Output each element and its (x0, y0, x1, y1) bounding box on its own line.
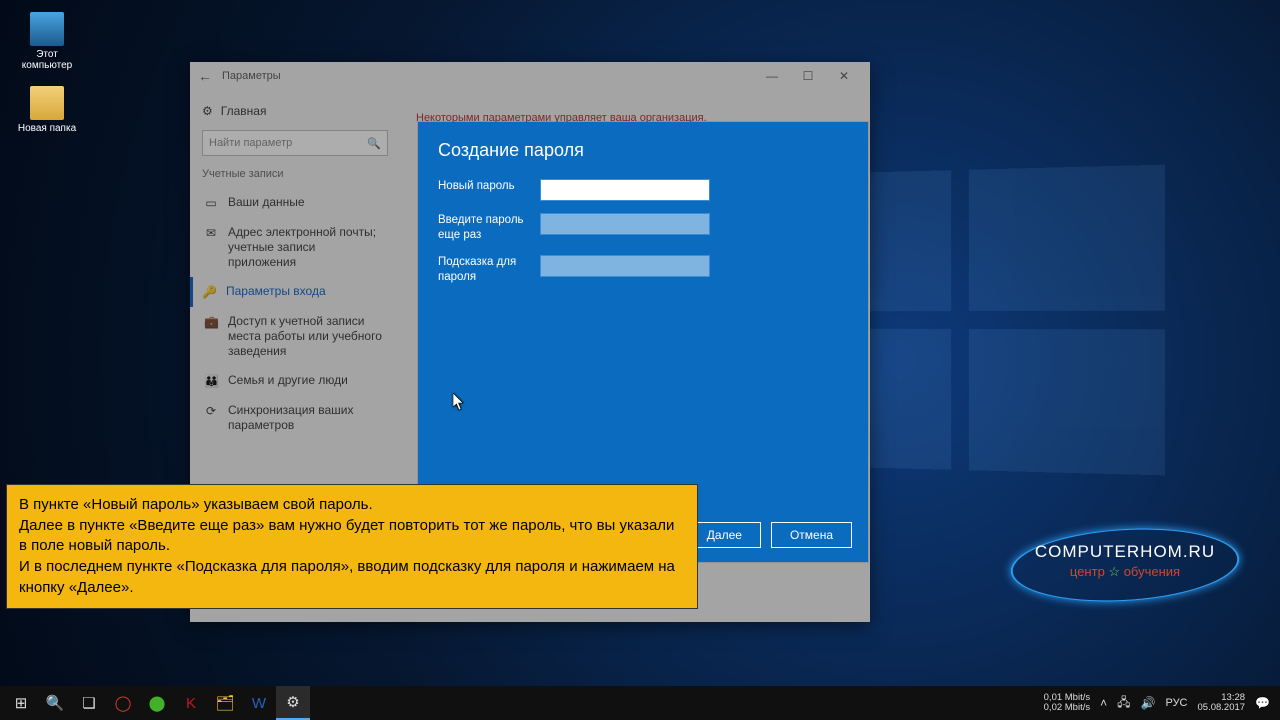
sidebar-item-sync[interactable]: ⟳ Синхронизация ваших параметров (202, 396, 388, 440)
password-hint-input[interactable] (540, 255, 710, 277)
titlebar: ← Параметры — ☐ ✕ (190, 62, 870, 90)
taskbar-app-word[interactable]: W (242, 686, 276, 720)
minimize-button[interactable]: — (754, 69, 790, 83)
sidebar-category: Учетные записи (202, 168, 388, 180)
desktop-icon-new-folder[interactable]: Новая папка (12, 86, 82, 134)
search-input[interactable]: Найти параметр 🔍 (202, 130, 388, 156)
pc-icon (30, 12, 64, 46)
folder-icon (30, 86, 64, 120)
network-speed: 0,01 Mbit/s0,02 Mbit/s (1044, 693, 1090, 714)
window-title: Параметры (222, 70, 281, 82)
star-icon: ☆ (1108, 564, 1120, 579)
taskbar-app-kaspersky[interactable]: K (174, 686, 208, 720)
tray-chevron-up-icon[interactable]: ˄ (1100, 696, 1107, 710)
watermark-line2: центр ☆ обучения (1010, 564, 1240, 580)
system-tray: 0,01 Mbit/s0,02 Mbit/s ˄ 🖧 🔊 РУС 13:2805… (1044, 693, 1276, 714)
taskbar: ⊞ 🔍 ❏ ◯ ⬤ K 🗂 W ⚙ 0,01 Mbit/s0,02 Mbit/s… (0, 686, 1280, 720)
caption-line: В пункте «Новый пароль» указываем свой п… (19, 495, 685, 516)
tutorial-caption: В пункте «Новый пароль» указываем свой п… (6, 484, 698, 609)
search-icon: 🔍 (367, 137, 381, 150)
settings-sidebar: ⚙ Главная Найти параметр 🔍 Учетные запис… (190, 90, 400, 448)
search-button[interactable]: 🔍 (38, 686, 72, 720)
briefcase-icon: 💼 (204, 315, 218, 330)
person-card-icon: ▭ (204, 196, 218, 211)
next-button[interactable]: Далее (688, 522, 761, 548)
tray-clock[interactable]: 13:2805.08.2017 (1198, 693, 1246, 714)
taskbar-app-settings[interactable]: ⚙ (276, 686, 310, 720)
mail-icon: ✉ (204, 226, 218, 241)
start-button[interactable]: ⊞ (4, 686, 38, 720)
sidebar-home[interactable]: ⚙ Главная (202, 98, 388, 124)
repeat-password-label: Введите пароль еще раз (438, 213, 528, 243)
sidebar-item-family[interactable]: 👪 Семья и другие люди (202, 366, 388, 396)
back-button[interactable]: ← (198, 68, 212, 84)
tray-language[interactable]: РУС (1165, 697, 1187, 709)
tray-volume-icon[interactable]: 🔊 (1141, 696, 1156, 710)
repeat-password-input[interactable] (540, 213, 710, 235)
watermark-logo: COMPUTERHOM.RU центр ☆ обучения (1010, 500, 1240, 630)
sidebar-item-label: Доступ к учетной записи места работы или… (228, 314, 386, 359)
desktop-icon-label: Этот компьютер (12, 49, 82, 71)
sidebar-item-label: Ваши данные (228, 195, 305, 210)
people-icon: 👪 (204, 374, 218, 389)
sidebar-home-label: Главная (221, 104, 267, 118)
desktop-icon-this-pc[interactable]: Этот компьютер (12, 12, 82, 71)
caption-line: И в последнем пункте «Подсказка для паро… (19, 557, 685, 598)
taskbar-app-utorrent[interactable]: ⬤ (140, 686, 174, 720)
caption-line: Далее в пункте «Введите еще раз» вам нуж… (19, 516, 685, 557)
sidebar-item-signin-options[interactable]: 🔑 Параметры входа (190, 277, 388, 307)
dialog-title: Создание пароля (418, 122, 868, 173)
maximize-button[interactable]: ☐ (790, 69, 826, 83)
new-password-input[interactable] (540, 179, 710, 201)
sidebar-item-label: Параметры входа (226, 284, 326, 299)
hint-label: Подсказка для пароля (438, 255, 528, 285)
tray-notifications-icon[interactable]: 💬 (1255, 696, 1270, 710)
key-icon: 🔑 (202, 285, 216, 300)
new-password-label: Новый пароль (438, 179, 528, 194)
sidebar-item-email-accounts[interactable]: ✉ Адрес электронной почты; учетные запис… (202, 218, 388, 277)
sidebar-item-label: Адрес электронной почты; учетные записи … (228, 225, 386, 270)
search-placeholder: Найти параметр (209, 137, 292, 149)
tray-network-icon[interactable]: 🖧 (1117, 693, 1130, 714)
sync-icon: ⟳ (204, 404, 218, 419)
close-button[interactable]: ✕ (826, 69, 862, 83)
taskbar-app-explorer[interactable]: 🗂 (208, 686, 242, 720)
cancel-button[interactable]: Отмена (771, 522, 852, 548)
taskbar-app-yandex[interactable]: ◯ (106, 686, 140, 720)
sidebar-item-label: Синхронизация ваших параметров (228, 403, 386, 433)
gear-icon: ⚙ (202, 104, 213, 118)
sidebar-item-your-info[interactable]: ▭ Ваши данные (202, 188, 388, 218)
watermark-line1: COMPUTERHOM.RU (1010, 542, 1240, 562)
sidebar-item-work-access[interactable]: 💼 Доступ к учетной записи места работы и… (202, 307, 388, 366)
mouse-cursor (453, 393, 465, 411)
desktop-icon-label: Новая папка (12, 123, 82, 134)
taskview-button[interactable]: ❏ (72, 686, 106, 720)
sidebar-item-label: Семья и другие люди (228, 373, 348, 388)
